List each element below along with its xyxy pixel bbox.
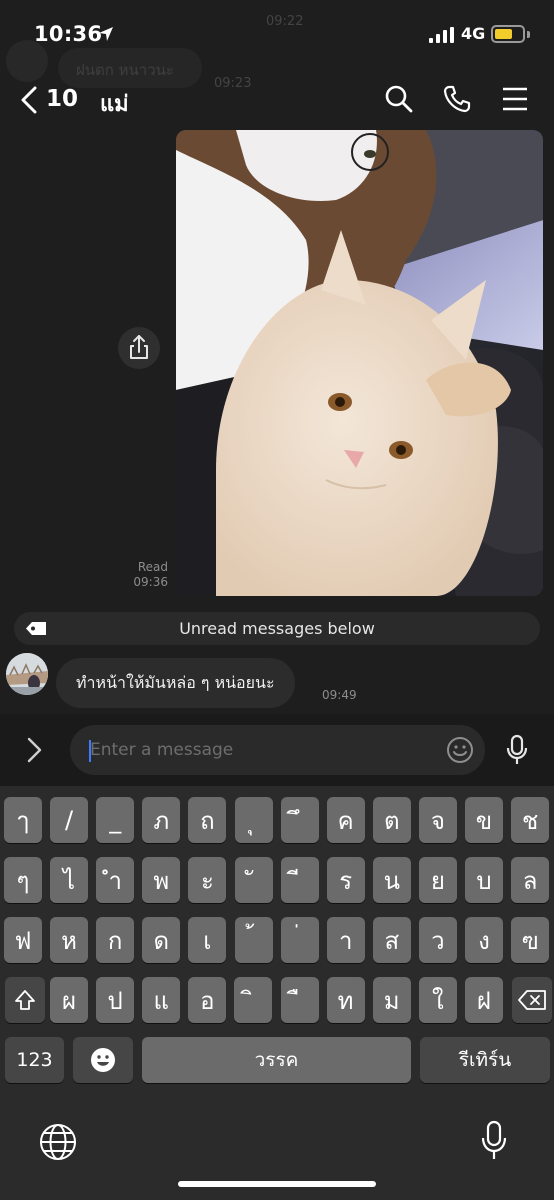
home-indicator bbox=[178, 1181, 376, 1187]
key[interactable]: ป bbox=[96, 977, 135, 1023]
key[interactable]: ภ bbox=[142, 797, 181, 843]
key[interactable]: อ bbox=[188, 977, 227, 1023]
key[interactable]: ถ bbox=[188, 797, 227, 843]
backspace-icon bbox=[518, 990, 546, 1010]
emoji-keyboard-key[interactable] bbox=[73, 1037, 133, 1083]
chat-title: แม่ bbox=[100, 92, 129, 117]
incoming-message-bubble[interactable]: ทำหน้าให้มันหล่อ ๆ หน่อยนะ bbox=[56, 658, 295, 708]
key[interactable]: ต bbox=[372, 797, 411, 843]
key[interactable]: ฃ bbox=[511, 917, 550, 963]
menu-icon[interactable] bbox=[502, 84, 528, 114]
chat-header: 10 แม่ bbox=[0, 72, 554, 128]
key[interactable]: จ bbox=[418, 797, 457, 843]
key[interactable]: ช bbox=[511, 797, 550, 843]
read-receipt: Read bbox=[137, 560, 168, 574]
key[interactable]: ุ bbox=[234, 797, 273, 843]
ghost-time: 09:22 bbox=[266, 14, 304, 29]
network-type: 4G bbox=[461, 24, 486, 43]
status-time: 10:36 bbox=[34, 22, 103, 46]
key[interactable]: พ bbox=[142, 857, 181, 903]
key[interactable]: ๆ bbox=[4, 857, 42, 903]
numbers-key[interactable]: 123 bbox=[5, 1037, 64, 1083]
share-button[interactable] bbox=[118, 327, 160, 369]
location-arrow-icon bbox=[99, 27, 113, 41]
key[interactable]: ี bbox=[280, 857, 319, 903]
key[interactable]: ะ bbox=[188, 857, 227, 903]
key[interactable]: ร bbox=[326, 857, 365, 903]
battery-tip bbox=[527, 31, 530, 38]
key[interactable]: ฝ bbox=[464, 977, 503, 1023]
key[interactable]: ท bbox=[326, 977, 365, 1023]
key[interactable]: า bbox=[326, 917, 365, 963]
return-key[interactable]: รีเทิร์น bbox=[420, 1037, 550, 1083]
key[interactable]: ย bbox=[418, 857, 457, 903]
key[interactable]: บ bbox=[465, 857, 503, 903]
key[interactable]: ก bbox=[96, 917, 135, 963]
key[interactable]: ล bbox=[511, 857, 550, 903]
key[interactable]: ื bbox=[280, 977, 319, 1023]
key[interactable]: ว bbox=[418, 917, 457, 963]
emoji-icon bbox=[91, 1048, 115, 1072]
key[interactable]: ง bbox=[465, 917, 503, 963]
key[interactable]: ๅ bbox=[4, 797, 42, 843]
key[interactable]: ส bbox=[372, 917, 411, 963]
key[interactable]: เ bbox=[188, 917, 227, 963]
unread-count[interactable]: 10 bbox=[46, 86, 78, 112]
photo-message-time: 09:36 bbox=[133, 575, 168, 589]
incoming-message-time: 09:49 bbox=[322, 688, 357, 702]
key[interactable]: ผ bbox=[50, 977, 88, 1023]
space-key[interactable]: วรรค bbox=[142, 1037, 411, 1083]
sender-avatar[interactable] bbox=[6, 653, 48, 695]
key[interactable]: ำ bbox=[96, 857, 135, 903]
photo-message[interactable] bbox=[176, 130, 543, 596]
key[interactable]: _ bbox=[96, 797, 135, 843]
key[interactable]: ่ bbox=[280, 917, 319, 963]
key[interactable]: ใ bbox=[418, 977, 457, 1023]
key[interactable]: ้ bbox=[234, 917, 273, 963]
key[interactable]: ไ bbox=[50, 857, 89, 903]
keyboard: ๅ/_ภถุึคตจขช ๆไำพะัีรนยบล ฟหกดเ้่าสวงฃ ผ… bbox=[0, 786, 554, 1200]
message-composer bbox=[0, 714, 554, 786]
text-caret bbox=[89, 740, 91, 762]
avatar-photo bbox=[6, 653, 48, 695]
search-icon[interactable] bbox=[384, 84, 414, 114]
signal-icon bbox=[429, 27, 454, 43]
dictation-mic-icon[interactable] bbox=[480, 1120, 508, 1162]
shift-icon bbox=[15, 990, 35, 1010]
key[interactable]: ม bbox=[372, 977, 411, 1023]
emoji-icon[interactable] bbox=[446, 736, 474, 764]
key[interactable]: น bbox=[372, 857, 411, 903]
unread-banner: Unread messages below bbox=[14, 612, 540, 645]
key[interactable]: ค bbox=[326, 797, 365, 843]
photo-cat-selfie bbox=[176, 130, 543, 596]
key[interactable]: แ bbox=[142, 977, 181, 1023]
globe-icon[interactable] bbox=[38, 1122, 78, 1162]
key[interactable]: / bbox=[50, 797, 89, 843]
key[interactable]: ห bbox=[50, 917, 89, 963]
key[interactable]: ด bbox=[142, 917, 181, 963]
battery-level bbox=[495, 29, 512, 39]
backspace-key[interactable] bbox=[512, 977, 552, 1023]
unread-banner-text: Unread messages below bbox=[179, 619, 375, 638]
back-chevron-icon[interactable] bbox=[20, 86, 38, 114]
expand-chevron-icon[interactable] bbox=[24, 736, 44, 764]
key[interactable]: ึ bbox=[280, 797, 319, 843]
key[interactable]: ฟ bbox=[4, 917, 42, 963]
message-input[interactable] bbox=[70, 725, 485, 775]
battery-icon bbox=[491, 25, 525, 43]
key[interactable]: ข bbox=[465, 797, 503, 843]
key[interactable]: ั bbox=[234, 857, 273, 903]
share-icon bbox=[130, 335, 148, 359]
phone-icon[interactable] bbox=[442, 84, 472, 114]
key[interactable]: ิ bbox=[234, 977, 273, 1023]
shift-key[interactable] bbox=[5, 977, 45, 1023]
voice-message-mic-icon[interactable] bbox=[505, 734, 529, 766]
